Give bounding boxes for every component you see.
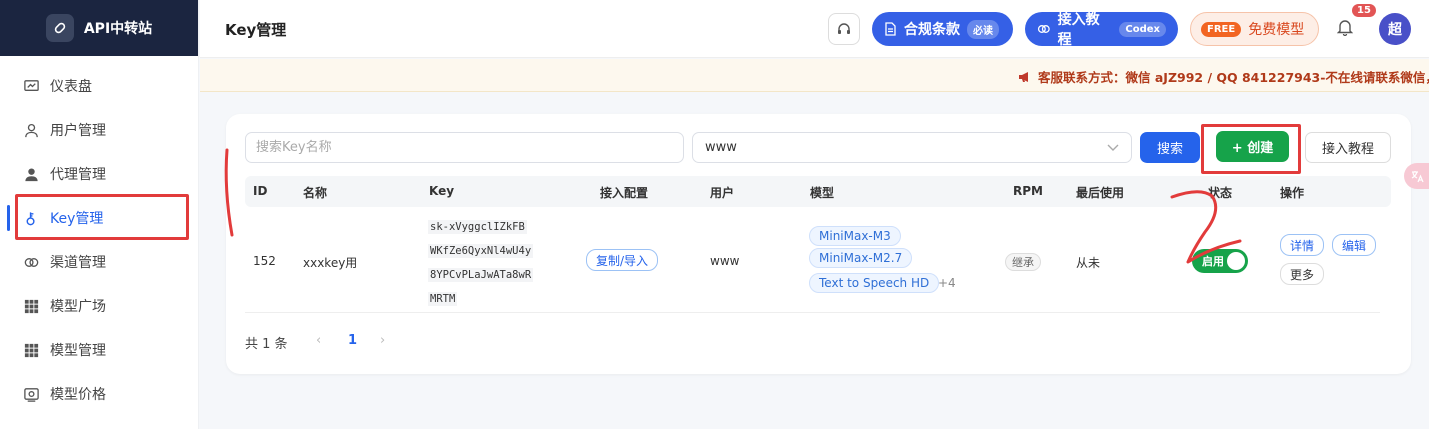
pagination-next[interactable]: ›	[380, 333, 385, 348]
free-tag: FREE	[1201, 21, 1242, 37]
free-models-button[interactable]: FREE 免费模型	[1190, 12, 1319, 46]
cell-name: xxxkey用	[303, 256, 358, 270]
key-line: 8YPCvPLaJwATa8wR	[428, 268, 534, 282]
key-line: WKfZe6QyxNl4wU4y	[428, 244, 534, 258]
megaphone-icon	[1019, 71, 1028, 82]
annotation-box-create	[1201, 124, 1301, 174]
translate-icon	[1411, 171, 1424, 183]
cell-user: www	[710, 254, 740, 268]
sidebar-item-label: 模型广场	[50, 299, 106, 315]
logo-icon	[45, 14, 74, 42]
pagination-current[interactable]: 1	[348, 333, 357, 348]
sidebar-item-channels[interactable]: 渠道管理	[0, 240, 198, 284]
compliance-button[interactable]: 合规条款 必读	[872, 12, 1013, 46]
page-title: Key管理	[225, 21, 287, 39]
sidebar-item-dashboard[interactable]: 仪表盘	[0, 64, 198, 108]
avatar[interactable]: 超	[1379, 13, 1411, 45]
notice-bar: 客服联系方式：微信 aJZ992 / QQ 841227943-不在线请联系微信…	[200, 59, 1429, 92]
brand[interactable]: API中转站	[0, 0, 198, 56]
sidebar-item-model-plaza[interactable]: 模型广场	[0, 284, 198, 328]
sidebar-item-label: 用户管理	[50, 123, 106, 139]
notice-text: 客服联系方式：微信 aJZ992 / QQ 841227943-不在线请联系微信…	[1038, 70, 1429, 85]
grid-icon	[24, 299, 39, 313]
sidebar-item-users[interactable]: 用户管理	[0, 108, 198, 152]
link-icon	[24, 257, 39, 267]
status-label: 启用	[1202, 255, 1224, 268]
search-input[interactable]	[245, 132, 684, 163]
search-button[interactable]: 搜索	[1140, 132, 1200, 163]
th-key: Key	[429, 184, 455, 198]
notification-button[interactable]	[1337, 18, 1353, 36]
annotation-box-key-menu	[15, 194, 189, 240]
model-chip: MiniMax-M2.7	[809, 248, 913, 268]
th-last-used: 最后使用	[1076, 186, 1125, 200]
bell-icon	[1337, 20, 1353, 36]
status-toggle[interactable]: 启用	[1192, 249, 1248, 273]
tutorial-button[interactable]: 接入教程 Codex	[1025, 12, 1178, 48]
sidebar-item-model-management[interactable]: 模型管理	[0, 328, 198, 372]
copy-import-button[interactable]: 复制/导入	[586, 249, 659, 271]
row-divider	[245, 312, 1380, 313]
sidebar-item-label: 代理管理	[50, 167, 106, 183]
sidebar-item-agents[interactable]: 代理管理	[0, 152, 198, 196]
compliance-label: 合规条款	[904, 22, 960, 38]
free-models-label: 免费模型	[1248, 22, 1305, 38]
th-status: 状态	[1208, 186, 1233, 200]
user-select-value: www	[705, 140, 737, 155]
key-line: MRTM	[428, 292, 458, 306]
th-actions: 操作	[1280, 186, 1305, 200]
document-icon	[885, 22, 896, 36]
more-button[interactable]: 更多	[1280, 263, 1325, 285]
translate-button[interactable]	[1404, 163, 1429, 189]
edit-button[interactable]: 编辑	[1332, 234, 1377, 256]
sidebar-item-label: 模型管理	[50, 343, 106, 359]
model-chip: Text to Speech HD	[809, 273, 940, 293]
chevron-down-icon	[1107, 144, 1119, 151]
th-id: ID	[253, 184, 268, 198]
user-select[interactable]: www	[692, 132, 1132, 163]
pagination-total: 共 1 条	[245, 337, 288, 352]
rpm-badge: 继承	[1005, 253, 1041, 271]
th-rpm: RPM	[1013, 184, 1043, 198]
tutorial-tag: Codex	[1119, 21, 1166, 37]
sidebar-item-label: 渠道管理	[50, 255, 106, 271]
cell-key[interactable]: sk-xVyggclIZkFB WKfZe6QyxNl4wU4y 8YPCvPL…	[428, 215, 534, 311]
th-models: 模型	[810, 186, 835, 200]
sidebar-item-label: 仪表盘	[50, 79, 92, 95]
tutorial-label: 接入教程	[1057, 12, 1100, 48]
headset-icon	[838, 23, 850, 34]
support-button[interactable]	[828, 13, 860, 45]
notification-badge: 15	[1352, 4, 1376, 17]
detail-button[interactable]: 详情	[1280, 234, 1325, 256]
user-icon	[25, 123, 38, 137]
dashboard-icon	[24, 79, 39, 91]
guide-button[interactable]: 接入教程	[1305, 132, 1391, 163]
th-name: 名称	[303, 186, 328, 200]
th-user: 用户	[710, 186, 735, 200]
th-config: 接入配置	[600, 186, 649, 200]
agent-icon	[25, 167, 38, 181]
sidebar-item-label: 模型价格	[50, 387, 106, 403]
cell-last-used: 从未	[1076, 256, 1101, 270]
cell-id: 152	[253, 254, 276, 268]
link-icon	[1037, 25, 1050, 33]
brand-name: API中转站	[83, 21, 153, 37]
models-more[interactable]: +4	[938, 276, 956, 290]
model-chip: MiniMax-M3	[809, 226, 901, 246]
price-icon	[24, 387, 39, 402]
compliance-tag: 必读	[967, 19, 999, 39]
key-line: sk-xVyggclIZkFB	[428, 220, 527, 234]
sidebar-item-model-prices[interactable]: 模型价格	[0, 372, 198, 416]
grid-icon	[24, 343, 39, 357]
pagination-prev[interactable]: ‹	[316, 333, 321, 348]
